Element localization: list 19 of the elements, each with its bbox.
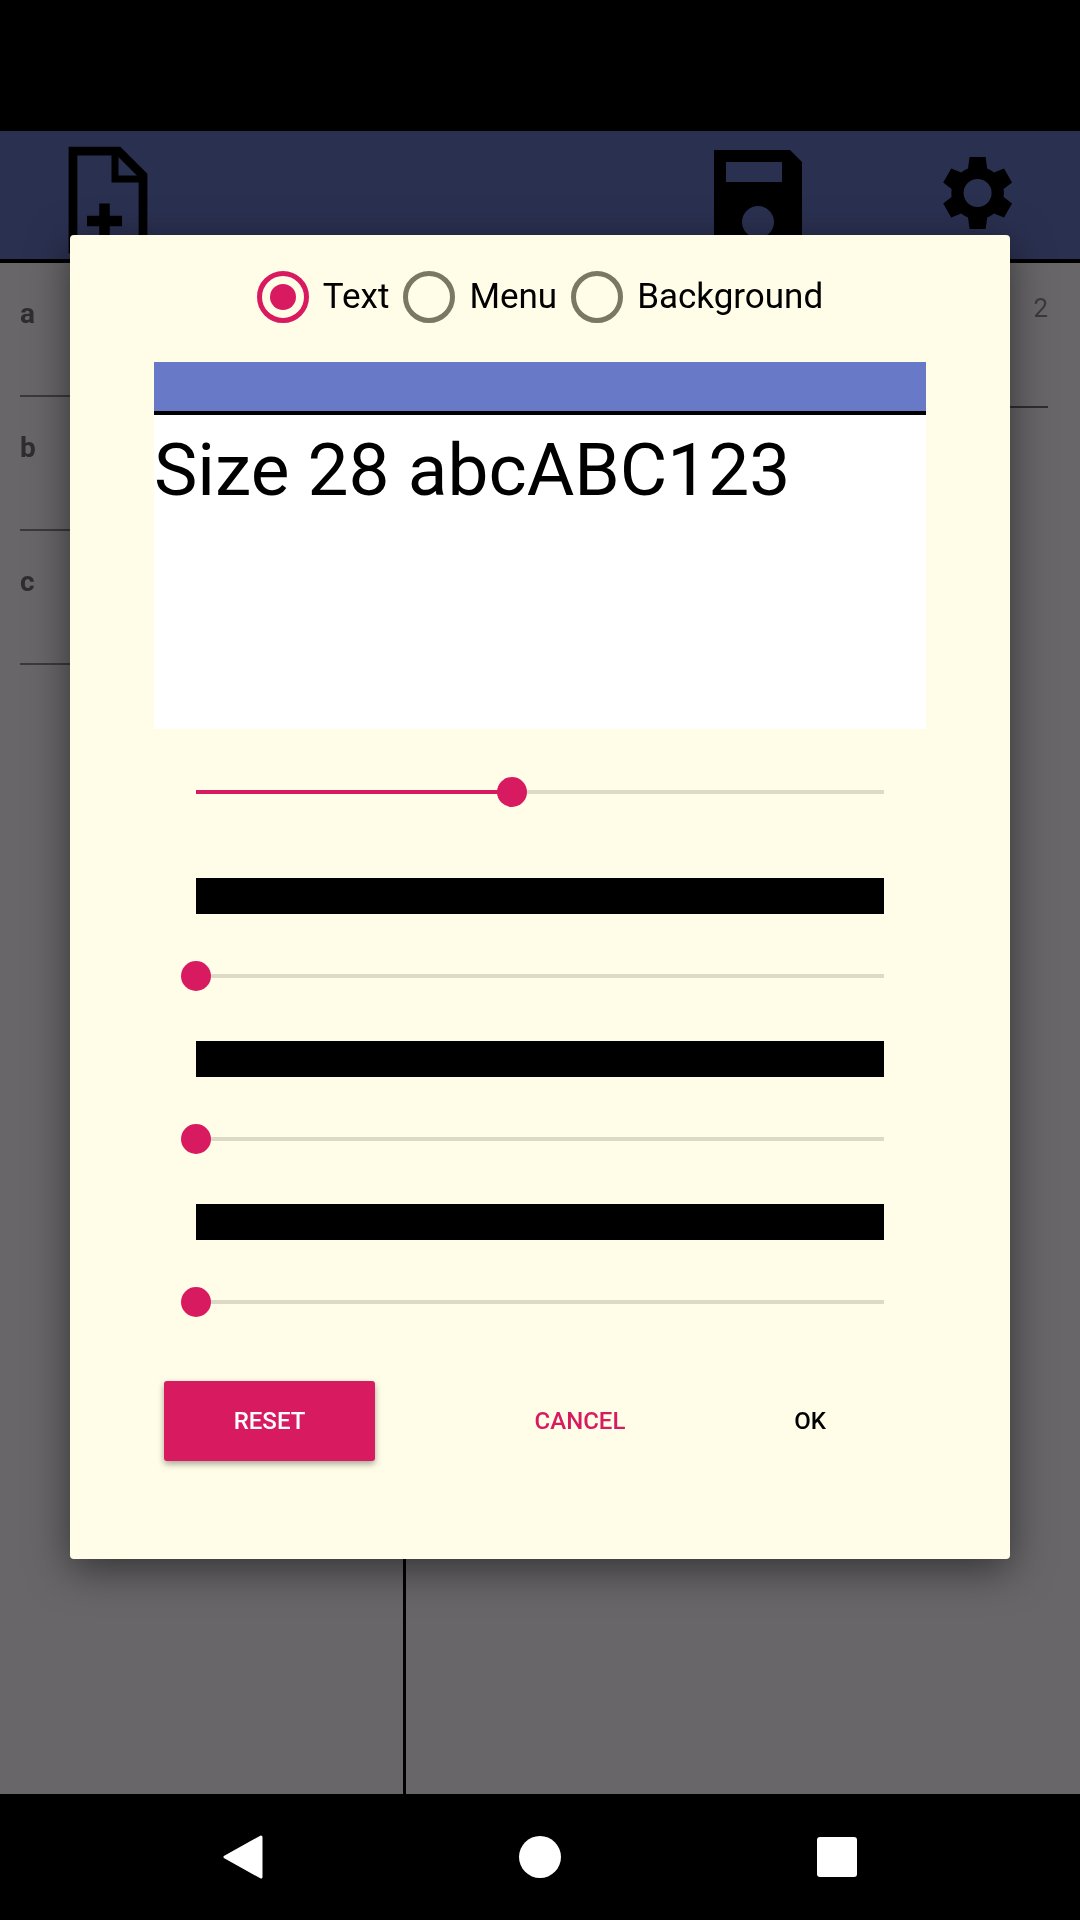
slider-thumb[interactable] [181, 1286, 211, 1317]
row-label: b [20, 431, 36, 464]
cancel-button[interactable]: CANCEL [505, 1380, 655, 1461]
radio-button[interactable] [571, 271, 624, 324]
home-icon[interactable] [519, 1836, 561, 1878]
ok-button[interactable]: OK [760, 1380, 860, 1461]
row-label: c [20, 565, 35, 598]
preview-text: Size 28 abcABC123 [154, 425, 792, 515]
radio-option[interactable]: Text [256, 271, 390, 324]
radio-button[interactable] [256, 271, 309, 324]
back-icon[interactable] [223, 1835, 263, 1879]
row-label: a [20, 297, 35, 330]
radio-option[interactable]: Menu [403, 271, 558, 324]
slider-thumb[interactable] [181, 1123, 211, 1154]
reset-button[interactable]: RESET [164, 1380, 375, 1461]
radio-option[interactable]: Background [571, 271, 824, 324]
radio-button[interactable] [403, 271, 456, 324]
slider-thumb[interactable] [497, 776, 528, 807]
slider-thumb[interactable] [181, 960, 211, 991]
